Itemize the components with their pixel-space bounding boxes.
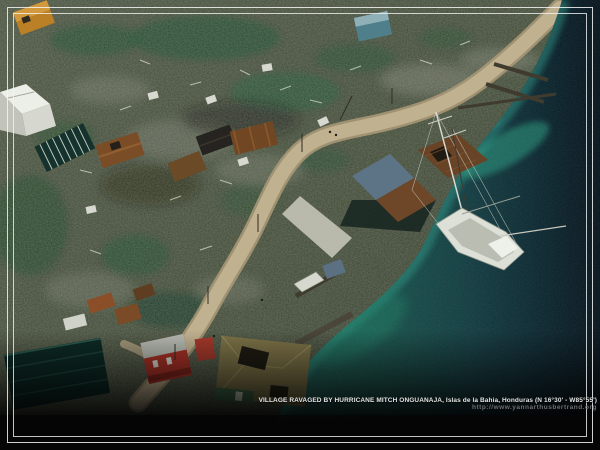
aerial-photo	[0, 0, 600, 450]
wallpaper-stage: VILLAGE RAVAGED BY HURRICANE MITCH ONGUA…	[0, 0, 600, 450]
bottom-black-band	[0, 415, 600, 450]
